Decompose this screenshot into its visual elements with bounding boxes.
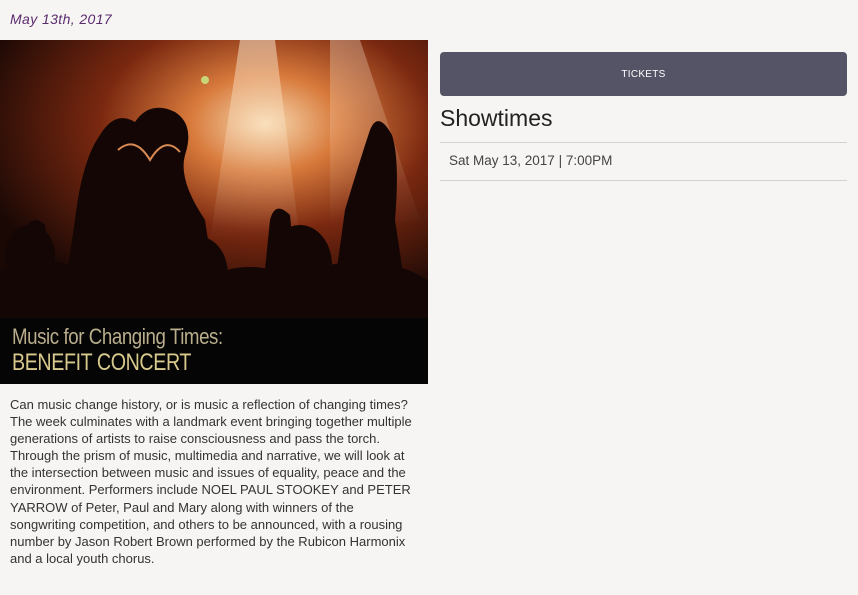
event-date: May 13th, 2017	[10, 11, 113, 27]
showtime-item[interactable]: Sat May 13, 2017 | 7:00PM	[449, 153, 612, 168]
concert-crowd-photo	[0, 40, 428, 319]
showtime-list: Sat May 13, 2017 | 7:00PM	[440, 142, 847, 181]
banner-subtitle: Music for Changing Times:	[12, 324, 223, 349]
event-title-banner: Music for Changing Times: BENEFIT CONCER…	[0, 318, 428, 384]
event-hero-image: Music for Changing Times: BENEFIT CONCER…	[0, 40, 428, 384]
event-description: Can music change history, or is music a …	[10, 397, 412, 566]
banner-title: BENEFIT CONCERT	[12, 349, 192, 376]
tickets-button[interactable]: TICKETS	[440, 52, 847, 96]
showtimes-heading: Showtimes	[440, 105, 553, 131]
